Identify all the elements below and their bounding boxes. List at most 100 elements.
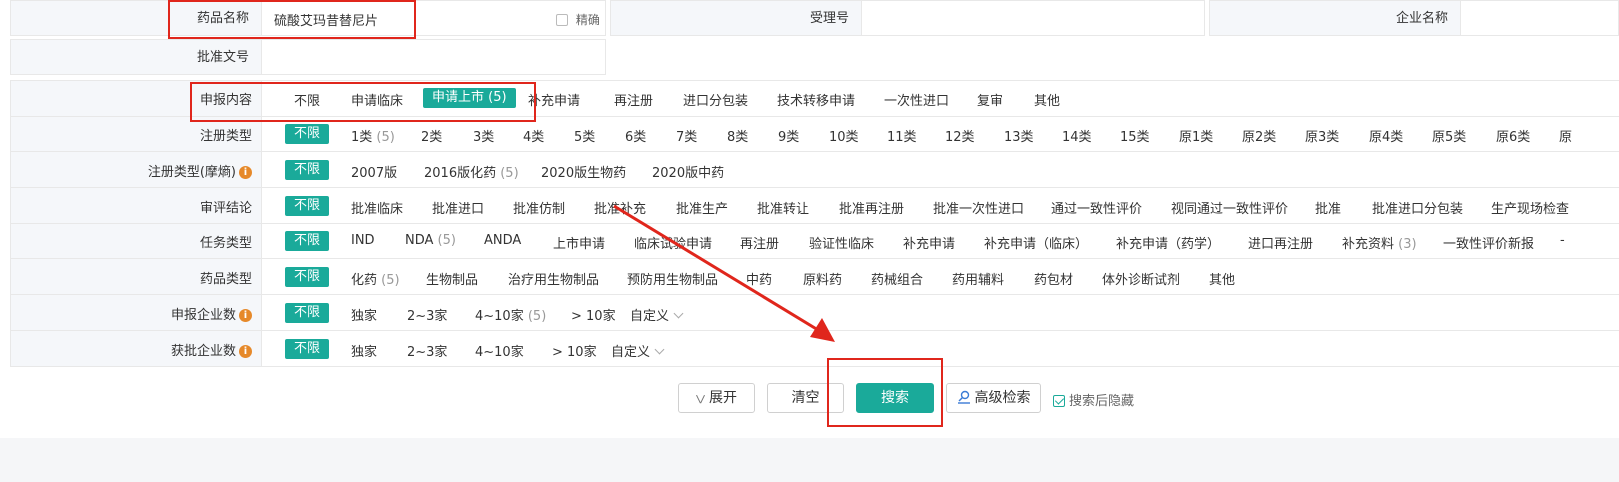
declare-companies-custom-dropdown[interactable]: 自定义 bbox=[630, 305, 684, 324]
task-option[interactable]: 补充资料 (3) bbox=[1342, 233, 1417, 252]
exact-checkbox-box[interactable] bbox=[556, 14, 568, 26]
approved-companies-option-all-selected[interactable]: 不限 bbox=[285, 339, 330, 359]
approval-input[interactable] bbox=[261, 39, 606, 75]
drug-type-option[interactable]: 其他 bbox=[1209, 269, 1235, 288]
reg-type-option[interactable]: 3类 bbox=[473, 126, 494, 145]
declare-companies-option[interactable]: 独家 bbox=[351, 305, 377, 324]
company-input[interactable] bbox=[1460, 0, 1619, 36]
approved-companies-option[interactable]: > 10家 bbox=[552, 341, 597, 360]
declaration-option-one-time-import[interactable]: 一次性进口 bbox=[884, 90, 949, 109]
drug-type-option-all-selected[interactable]: 不限 bbox=[285, 267, 330, 287]
declare-companies-option[interactable]: 2~3家 bbox=[407, 305, 447, 324]
task-option[interactable]: 补充申请（临床） bbox=[984, 233, 1088, 252]
review-option[interactable]: 批准生产 bbox=[676, 198, 728, 217]
drug-type-option[interactable]: 中药 bbox=[746, 269, 772, 288]
review-option[interactable]: 通过一致性评价 bbox=[1051, 198, 1142, 217]
task-option-all-selected[interactable]: 不限 bbox=[285, 231, 330, 251]
reg-type-option[interactable]: 5类 bbox=[574, 126, 595, 145]
drug-type-option[interactable]: 化药 (5) bbox=[351, 269, 400, 288]
task-option[interactable]: 再注册 bbox=[740, 233, 779, 252]
approved-companies-option[interactable]: 2~3家 bbox=[407, 341, 447, 360]
info-icon[interactable]: i bbox=[239, 309, 252, 322]
task-option[interactable]: 补充申请 bbox=[903, 233, 955, 252]
declaration-option-review[interactable]: 复审 bbox=[977, 90, 1003, 109]
reg-type-option[interactable]: 4类 bbox=[523, 126, 544, 145]
reg-type-option[interactable]: 2类 bbox=[421, 126, 442, 145]
exact-checkbox[interactable]: 精确 bbox=[556, 11, 600, 28]
task-option[interactable]: 一致性评价新报 bbox=[1443, 233, 1534, 252]
task-option[interactable]: 临床试验申请 bbox=[634, 233, 712, 252]
reg-type-option[interactable]: 11类 bbox=[887, 126, 917, 145]
drug-type-option[interactable]: 药用辅料 bbox=[952, 269, 1004, 288]
review-option[interactable]: 批准再注册 bbox=[839, 198, 904, 217]
approved-companies-custom-dropdown[interactable]: 自定义 bbox=[611, 341, 665, 360]
hide-after-search-checkbox[interactable]: 搜索后隐藏 bbox=[1053, 390, 1134, 409]
review-option[interactable]: 批准转让 bbox=[757, 198, 809, 217]
approved-companies-option[interactable]: 独家 bbox=[351, 341, 377, 360]
review-option[interactable]: 批准补充 bbox=[594, 198, 646, 217]
reg-type-option[interactable]: 12类 bbox=[945, 126, 975, 145]
drug-type-option[interactable]: 体外诊断试剂 bbox=[1102, 269, 1180, 288]
declaration-option-tech-transfer[interactable]: 技术转移申请 bbox=[777, 90, 855, 109]
info-icon[interactable]: i bbox=[239, 345, 252, 358]
review-option[interactable]: 批准仿制 bbox=[513, 198, 565, 217]
reg-type-option[interactable]: 10类 bbox=[829, 126, 859, 145]
reg-type-option[interactable]: 13类 bbox=[1004, 126, 1034, 145]
info-icon[interactable]: i bbox=[239, 166, 252, 179]
drug-type-option[interactable]: 生物制品 bbox=[426, 269, 478, 288]
reg-type-option[interactable]: 原1类 bbox=[1179, 126, 1213, 145]
task-option[interactable]: ANDA bbox=[484, 233, 521, 248]
declare-companies-option[interactable]: 4~10家 (5) bbox=[475, 305, 546, 324]
review-option[interactable]: 批准一次性进口 bbox=[933, 198, 1024, 217]
reg-type-option[interactable]: 7类 bbox=[676, 126, 697, 145]
review-option-all-selected[interactable]: 不限 bbox=[285, 196, 330, 216]
reg-type-moxi-option[interactable]: 2016版化药 (5) bbox=[424, 162, 519, 181]
reg-type-option-all-selected[interactable]: 不限 bbox=[285, 124, 330, 144]
review-option[interactable]: 视同通过一致性评价 bbox=[1171, 198, 1288, 217]
advanced-search-button[interactable]: 高级检索 bbox=[946, 383, 1041, 413]
reg-type-option[interactable]: 原4类 bbox=[1369, 126, 1403, 145]
task-option[interactable]: NDA (5) bbox=[405, 233, 456, 248]
expand-button[interactable]: ⋁ 展开 bbox=[678, 383, 755, 413]
reg-type-option[interactable]: 原3类 bbox=[1305, 126, 1339, 145]
review-option[interactable]: 生产现场检查 bbox=[1491, 198, 1569, 217]
declare-companies-option-all-selected[interactable]: 不限 bbox=[285, 303, 330, 323]
drug-type-option[interactable]: 原料药 bbox=[803, 269, 842, 288]
declare-companies-option[interactable]: > 10家 bbox=[571, 305, 616, 324]
drug-type-option[interactable]: 药包材 bbox=[1034, 269, 1073, 288]
reg-type-option[interactable]: 8类 bbox=[727, 126, 748, 145]
reg-type-moxi-option[interactable]: 2007版 bbox=[351, 162, 397, 181]
approved-companies-option[interactable]: 4~10家 bbox=[475, 341, 524, 360]
drug-type-option[interactable]: 药械组合 bbox=[871, 269, 923, 288]
drug-type-option[interactable]: 预防用生物制品 bbox=[627, 269, 718, 288]
declaration-option-other[interactable]: 其他 bbox=[1034, 90, 1060, 109]
task-option[interactable]: - bbox=[1560, 233, 1565, 248]
reg-type-option[interactable]: 14类 bbox=[1062, 126, 1092, 145]
task-option[interactable]: 进口再注册 bbox=[1248, 233, 1313, 252]
reg-type-option-1[interactable]: 1类 (5) bbox=[351, 126, 395, 145]
reg-type-option[interactable]: 原6类 bbox=[1496, 126, 1530, 145]
review-option[interactable]: 批准进口 bbox=[432, 198, 484, 217]
task-option[interactable]: 上市申请 bbox=[553, 233, 605, 252]
task-option[interactable]: 补充申请（药学） bbox=[1116, 233, 1220, 252]
task-option[interactable]: IND bbox=[351, 233, 375, 248]
reg-type-option[interactable]: 6类 bbox=[625, 126, 646, 145]
reg-type-option[interactable]: 原5类 bbox=[1432, 126, 1466, 145]
divider bbox=[10, 294, 1619, 295]
reg-type-moxi-option[interactable]: 2020版中药 bbox=[652, 162, 724, 181]
reg-type-moxi-option-all-selected[interactable]: 不限 bbox=[285, 160, 330, 180]
review-option[interactable]: 批准进口分包装 bbox=[1372, 198, 1463, 217]
reg-type-option[interactable]: 原 bbox=[1559, 126, 1572, 145]
declaration-option-import-repack[interactable]: 进口分包装 bbox=[683, 90, 748, 109]
task-option[interactable]: 验证性临床 bbox=[809, 233, 874, 252]
acceptance-input[interactable] bbox=[861, 0, 1205, 36]
reg-type-option[interactable]: 9类 bbox=[778, 126, 799, 145]
declaration-option-reregister[interactable]: 再注册 bbox=[614, 90, 653, 109]
drug-type-option[interactable]: 治疗用生物制品 bbox=[508, 269, 599, 288]
reg-type-moxi-option[interactable]: 2020版生物药 bbox=[541, 162, 626, 181]
reg-type-option[interactable]: 15类 bbox=[1120, 126, 1150, 145]
checkbox-checked-icon[interactable] bbox=[1053, 395, 1065, 407]
reg-type-option[interactable]: 原2类 bbox=[1242, 126, 1276, 145]
review-option[interactable]: 批准临床 bbox=[351, 198, 403, 217]
review-option[interactable]: 批准 bbox=[1315, 198, 1341, 217]
